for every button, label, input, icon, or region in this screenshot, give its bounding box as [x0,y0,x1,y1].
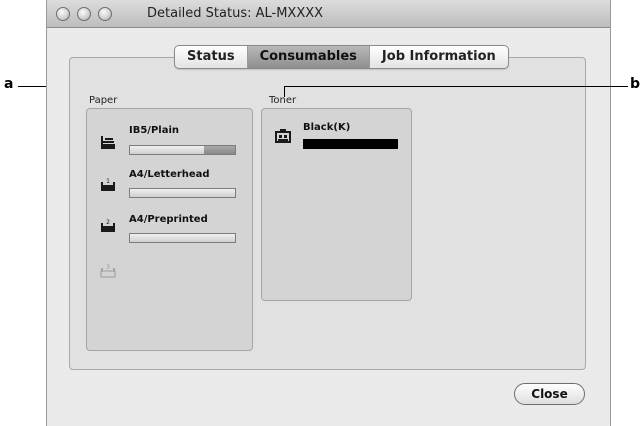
minimize-window-icon[interactable] [77,7,91,21]
paper-group: IB5/Plain 1 A4/Letterhead 2 A4/Preprinte… [86,108,253,351]
paper-level-fill [130,189,235,197]
window-title: Detailed Status: AL-MXXXX [147,6,324,21]
mp-tray-icon [101,136,115,149]
callout-a: a [4,76,14,92]
paper-level-bar [129,233,236,243]
toner-label: Black(K) [303,122,351,133]
toner-level-fill [304,140,397,148]
svg-text:2: 2 [106,219,110,226]
close-button[interactable]: Close [514,383,585,405]
tray-label: A4/Letterhead [129,169,210,180]
tray-2-icon: 2 [101,219,115,232]
toner-group: Black(K) [261,108,412,301]
svg-text:1: 1 [106,178,110,185]
detailed-status-window: Detailed Status: AL-MXXXX Status Consuma… [46,0,611,426]
callout-b: b [630,76,640,92]
tab-consumables[interactable]: Consumables [247,46,370,68]
tab-job-information[interactable]: Job Information [370,46,508,68]
tray-3-icon: 3 [100,264,116,278]
tab-bar: Status Consumables Job Information [174,45,509,69]
paper-level-fill [130,146,204,154]
paper-level-bar [129,145,236,155]
tray-label: IB5/Plain [129,125,180,136]
tray-label: A4/Preprinted [129,214,208,225]
callout-b-tick [284,86,285,97]
paper-level-fill [130,234,235,242]
toner-level-bar [303,139,398,149]
callout-b-line [284,86,628,87]
svg-text:3: 3 [106,264,110,271]
paper-level-bar [129,188,236,198]
zoom-window-icon[interactable] [98,7,112,21]
tray-1-icon: 1 [101,178,115,191]
toner-icon [275,129,291,143]
paper-group-label: Paper [89,95,118,106]
title-bar[interactable]: Detailed Status: AL-MXXXX [47,0,610,28]
close-window-icon[interactable] [56,7,70,21]
toner-group-label: Toner [269,95,297,106]
tab-status[interactable]: Status [175,46,248,68]
